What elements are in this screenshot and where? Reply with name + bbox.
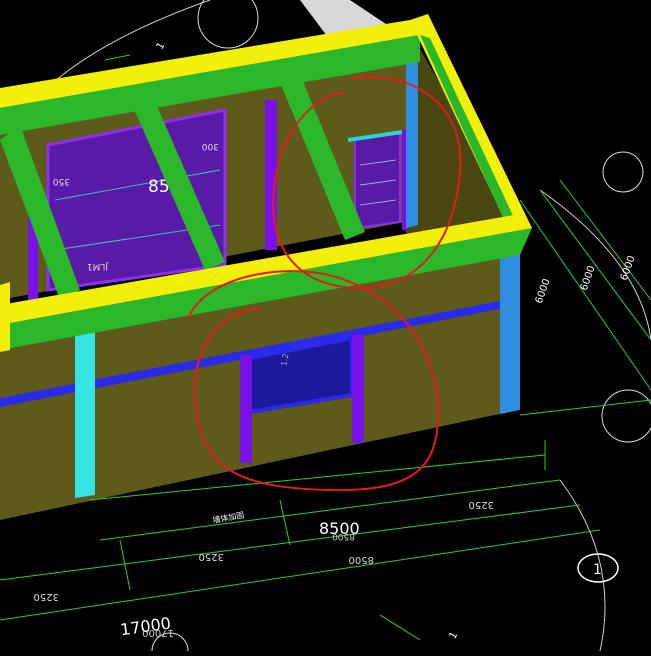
cad-3d-viewport[interactable]: 8500 JLM1 350 300 1.2 xyxy=(0,0,651,656)
dim-bottom-left-seg: 3250 xyxy=(34,591,59,602)
constructional-column-front-left xyxy=(240,355,252,463)
window-left-label-b: 300 xyxy=(202,141,219,151)
yellow-beam-left-end xyxy=(0,282,10,352)
window-tag: JLM1 xyxy=(87,261,109,271)
dim-lower-mid: 8500 xyxy=(349,554,374,565)
constructional-column-front-right xyxy=(352,335,364,443)
dim-front-span-mirror: 8500 xyxy=(332,531,355,541)
dim-front-seg: 3250 xyxy=(469,499,494,510)
column-back-right xyxy=(406,45,418,228)
model-view-canvas[interactable]: 8500 JLM1 350 300 1.2 xyxy=(0,0,651,656)
column-front-right-blue xyxy=(500,236,520,414)
dim-lower-seg: 3250 xyxy=(199,551,224,562)
window-left-label-a: 350 xyxy=(53,176,70,186)
axis-bubble-label: 1 xyxy=(593,562,602,578)
dim-total-mirror: 17000 xyxy=(142,627,174,638)
column-front-cyan xyxy=(75,322,95,498)
